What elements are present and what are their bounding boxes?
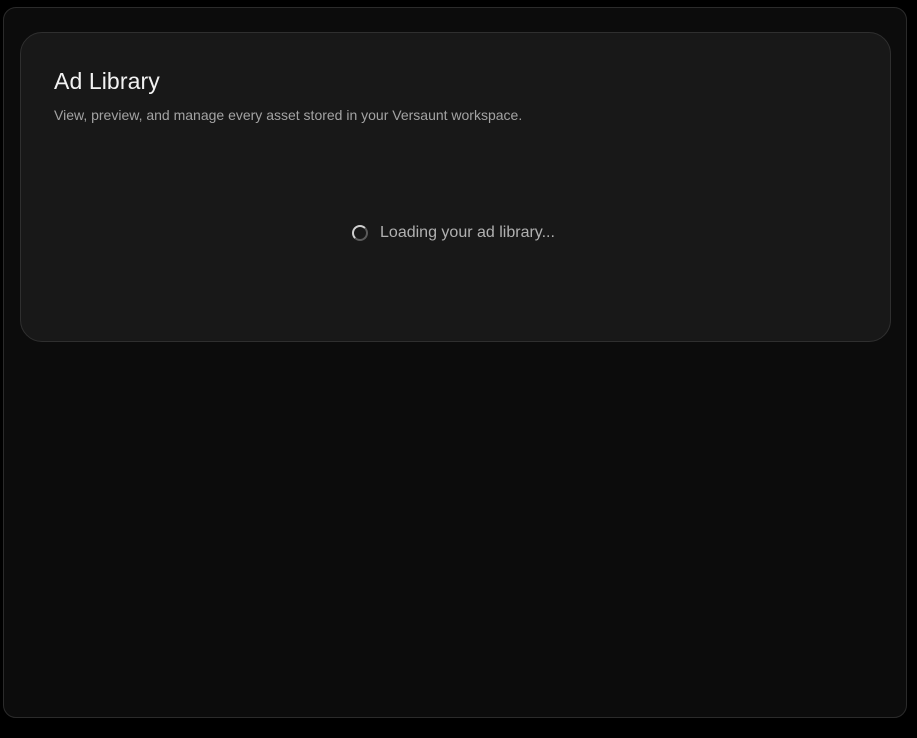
spinner-icon bbox=[352, 225, 369, 241]
ad-library-panel: Ad Library View, preview, and manage eve… bbox=[20, 32, 891, 342]
loading-indicator: Loading your ad library... bbox=[21, 222, 890, 244]
page-subtitle: View, preview, and manage every asset st… bbox=[54, 107, 523, 123]
app-frame: Ad Library View, preview, and manage eve… bbox=[3, 7, 907, 718]
loading-message: Loading your ad library... bbox=[380, 224, 555, 241]
page-title: Ad Library bbox=[54, 68, 160, 94]
